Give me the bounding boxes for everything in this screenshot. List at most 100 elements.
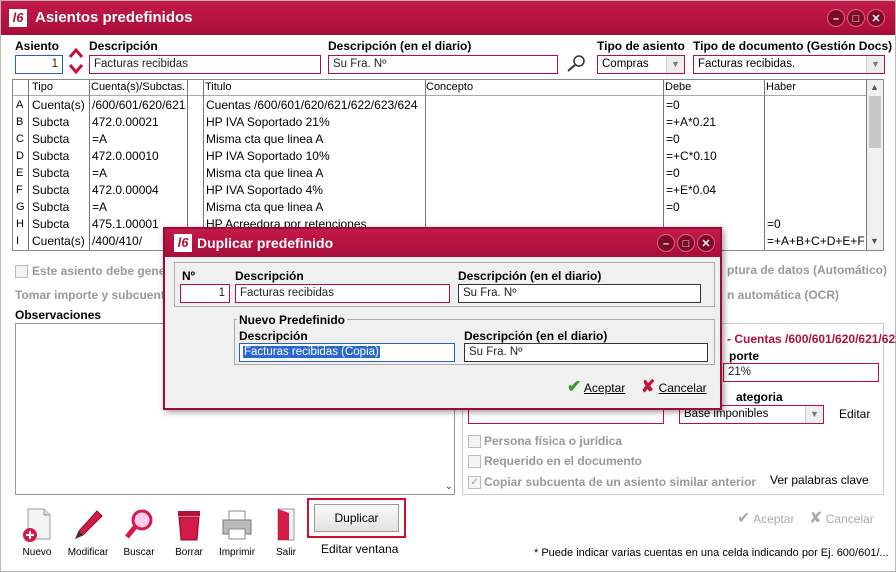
salir-button[interactable]: Salir — [264, 507, 308, 558]
panel-aceptar-button[interactable]: ✔ Aceptar — [737, 508, 794, 528]
captura-label: ptura de datos (Automático) — [727, 263, 888, 277]
cell-tipo: Cuenta(s) — [32, 234, 85, 248]
scrollbar-thumb[interactable] — [869, 96, 881, 148]
tipo-doc-select[interactable]: Facturas recibidas. ▼ — [693, 55, 885, 74]
cell-debe: =0 — [666, 166, 680, 180]
cell-haber — [767, 165, 865, 182]
tipo-asiento-select[interactable]: Compras ▼ — [597, 55, 685, 74]
desc-diario-label: Descripción (en el diario) — [328, 39, 472, 53]
grid-header: Tipo Cuenta(s)/Subctas. Titulo Concepto … — [13, 80, 883, 96]
minimize-icon[interactable]: – — [827, 9, 845, 27]
col-cuenta: Cuenta(s)/Subctas. — [91, 81, 186, 93]
new-descripcion-value: Facturas recibidas (Copia) — [243, 346, 380, 358]
cell-letter: G — [16, 201, 25, 213]
table-row[interactable]: G Subcta =A Misma cta que linea A =0 — [13, 199, 865, 216]
dialog-cancelar-button[interactable]: ✘ Cancelar — [641, 377, 707, 397]
borrar-button[interactable]: Borrar — [167, 507, 211, 558]
new-document-icon — [20, 507, 54, 543]
dlg-descripcion-field[interactable]: Facturas recibidas — [235, 284, 450, 303]
maximize-icon[interactable]: □ — [677, 234, 695, 252]
col-titulo: Titulo — [205, 81, 232, 93]
accounts-grid[interactable]: Tipo Cuenta(s)/Subctas. Titulo Concepto … — [12, 79, 884, 251]
trash-icon — [172, 507, 206, 543]
genera-checkbox[interactable] — [15, 265, 28, 278]
table-row[interactable]: D Subcta 472.0.00010 HP IVA Soportado 10% =+… — [13, 148, 865, 165]
desc-diario-field[interactable]: Su Fra. Nº — [328, 55, 558, 74]
buscar-button[interactable]: Buscar — [117, 507, 161, 558]
buscar-label: Buscar — [123, 547, 155, 558]
dialog-title: Duplicar predefinido — [197, 235, 334, 251]
check-icon: ✔ — [737, 510, 751, 527]
table-row[interactable]: F Subcta 472.0.00004 HP IVA Soportado 4% =+E… — [13, 182, 865, 199]
table-row[interactable]: A Cuenta(s) /600/601/620/621 Cuentas /600/6… — [13, 97, 865, 114]
cell-debe: =0 — [666, 98, 680, 112]
dialog-title-bar: l6 Duplicar predefinido – □ ✕ — [165, 229, 720, 257]
num-field[interactable]: 1 — [180, 284, 230, 303]
table-row[interactable]: C Subcta =A Misma cta que linea A =0 — [13, 131, 865, 148]
copiar-checkbox[interactable]: ✓ — [468, 476, 481, 489]
chevron-down-icon[interactable]: ▼ — [870, 236, 879, 246]
dialog-aceptar-label: Aceptar — [583, 381, 626, 395]
app-logo-icon: l6 — [174, 234, 192, 252]
nuevo-predefinido-label: Nuevo Predefinido — [237, 313, 348, 327]
cell-haber — [767, 182, 865, 199]
editar-link[interactable]: Editar — [839, 407, 870, 421]
panel-aceptar-label: Aceptar — [753, 512, 795, 526]
new-descripcion-label: Descripción — [239, 329, 308, 343]
modificar-button[interactable]: Modificar — [66, 507, 110, 558]
asiento-spinner[interactable] — [68, 47, 84, 75]
cell-tipo: Subcta — [32, 132, 70, 146]
cell-tipo: Subcta — [32, 217, 70, 231]
duplicar-dialog: l6 Duplicar predefinido – □ ✕ Nº 1 Descr… — [163, 227, 722, 410]
cell-cuenta: 472.0.00010 — [92, 149, 159, 163]
imprimir-button[interactable]: Imprimir — [215, 507, 259, 558]
cell-letter: C — [16, 133, 24, 145]
magnifier-icon[interactable] — [564, 53, 588, 73]
new-descripcion-field[interactable]: Facturas recibidas (Copia) — [239, 343, 455, 362]
cell-debe: =+E*0.04 — [666, 183, 717, 197]
chevron-down-icon[interactable]: ⌄ — [445, 481, 453, 492]
salir-label: Salir — [275, 547, 296, 558]
ver-palabras-link[interactable]: Ver palabras clave — [770, 473, 869, 487]
close-icon[interactable]: ✕ — [697, 234, 715, 252]
dialog-aceptar-button[interactable]: ✔ Aceptar — [567, 377, 625, 397]
cell-letter: H — [16, 218, 24, 230]
dlg-desc-diario-field[interactable]: Su Fra. Nº — [458, 284, 701, 303]
persona-checkbox[interactable] — [468, 435, 481, 448]
cell-cuenta: 472.0.00021 — [92, 115, 159, 129]
minimize-icon[interactable]: – — [657, 234, 675, 252]
descripcion-field[interactable]: Facturas recibidas — [89, 55, 321, 74]
requerido-checkbox[interactable] — [468, 455, 481, 468]
window-title: Asientos predefinidos — [35, 9, 193, 26]
new-desc-diario-label: Descripción (en el diario) — [464, 329, 608, 343]
importe-label: porte — [729, 349, 759, 363]
title-bar: l6 Asientos predefinidos – □ ✕ — [1, 1, 895, 35]
cell-haber — [767, 131, 865, 148]
cell-cuenta: =A — [92, 200, 108, 214]
importe-field[interactable]: 21% — [723, 363, 879, 382]
duplicar-button[interactable]: Duplicar — [314, 504, 399, 532]
nuevo-button[interactable]: Nuevo — [15, 507, 59, 558]
chevron-up-icon[interactable]: ▲ — [870, 82, 879, 92]
close-icon[interactable]: ✕ — [867, 9, 885, 27]
ocr-label: n automática (OCR) — [727, 288, 840, 302]
check-icon: ✔ — [567, 377, 582, 396]
cell-titulo: Misma cta que linea A — [206, 166, 324, 180]
tipo-doc-value: Facturas recibidas. — [698, 58, 796, 70]
table-row[interactable]: B Subcta 472.0.00021 HP IVA Soportado 21% =+… — [13, 114, 865, 131]
cell-tipo: Subcta — [32, 166, 70, 180]
new-desc-diario-field[interactable]: Su Fra. Nº — [464, 343, 708, 362]
table-row[interactable]: E Subcta =A Misma cta que linea A =0 — [13, 165, 865, 182]
search-icon — [122, 507, 156, 543]
cell-titulo: HP IVA Soportado 21% — [206, 115, 330, 129]
asiento-field[interactable]: 1 — [15, 55, 63, 74]
panel-cancelar-button[interactable]: ✘ Cancelar — [809, 508, 874, 528]
cuentas-title: - Cuentas /600/601/620/621/622 — [727, 332, 896, 346]
categoria-label: ategoria — [736, 390, 783, 404]
tipo-asiento-value: Compras — [602, 58, 649, 70]
grid-scrollbar[interactable]: ▲ ▼ — [867, 80, 883, 250]
maximize-icon[interactable]: □ — [847, 9, 865, 27]
panel-cancelar-label: Cancelar — [825, 512, 874, 526]
editar-ventana-link[interactable]: Editar ventana — [321, 542, 398, 556]
descripcion-label: Descripción — [89, 39, 158, 53]
